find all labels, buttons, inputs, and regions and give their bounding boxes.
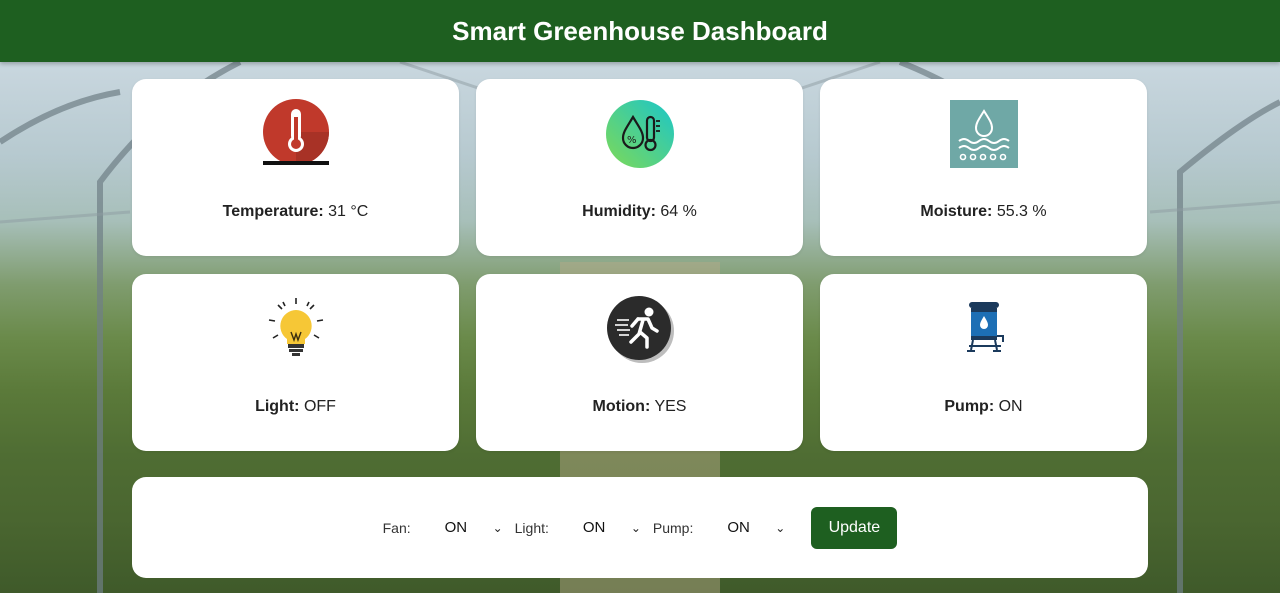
light-select-value: ON xyxy=(582,519,606,536)
sensor-value: 31 °C xyxy=(328,203,369,220)
pump-card: Pump: ON xyxy=(820,274,1147,451)
light-select[interactable]: ON ⌄ xyxy=(563,513,645,543)
sensor-label: Light: xyxy=(255,398,300,415)
pump-label: Pump: xyxy=(652,519,694,536)
sensor-label: Moisture: xyxy=(920,203,993,220)
light-card: Light: OFF xyxy=(132,274,459,451)
water-pump-icon xyxy=(949,294,1019,364)
chevron-down-icon: ⌄ xyxy=(775,520,786,535)
control-panel: Fan: ON ⌄ Light: ON ⌄ Pump: ON ⌄ Update xyxy=(132,477,1148,578)
sensor-value: YES xyxy=(654,398,687,415)
motion-runner-icon xyxy=(605,294,675,364)
fan-label: Fan: xyxy=(382,519,411,536)
sensor-label: Humidity: xyxy=(582,203,656,220)
svg-text:%: % xyxy=(627,135,637,146)
chevron-down-icon: ⌄ xyxy=(492,520,503,535)
sensor-value: 55.3 % xyxy=(996,203,1047,220)
fan-select[interactable]: ON ⌄ xyxy=(425,513,507,543)
pump-select-value: ON xyxy=(727,519,750,536)
chevron-down-icon: ⌄ xyxy=(630,520,641,535)
fan-select-value: ON xyxy=(444,519,468,536)
humidity-icon: % xyxy=(605,99,675,169)
header-bar: Smart Greenhouse Dashboard xyxy=(0,0,1280,62)
sensor-value: ON xyxy=(998,398,1023,415)
pump-select[interactable]: ON ⌄ xyxy=(707,513,789,543)
humidity-card: % Humidity: 64 % xyxy=(476,79,803,256)
thermometer-icon xyxy=(261,99,331,169)
moisture-card: Moisture: 55.3 % xyxy=(820,79,1147,256)
sensor-label: Motion: xyxy=(592,398,651,415)
temperature-card: Temperature: 31 °C xyxy=(132,79,459,256)
sensor-label: Pump: xyxy=(944,398,995,415)
light-bulb-icon xyxy=(261,294,331,364)
motion-card: Motion: YES xyxy=(476,274,803,451)
sensor-value: OFF xyxy=(303,398,336,415)
sensor-label: Temperature: xyxy=(222,203,324,220)
light-label: Light: xyxy=(514,519,549,536)
moisture-icon xyxy=(949,99,1019,169)
page-title: Smart Greenhouse Dashboard xyxy=(452,15,828,46)
update-button[interactable]: Update xyxy=(811,506,898,549)
sensor-value: 64 % xyxy=(660,203,697,220)
